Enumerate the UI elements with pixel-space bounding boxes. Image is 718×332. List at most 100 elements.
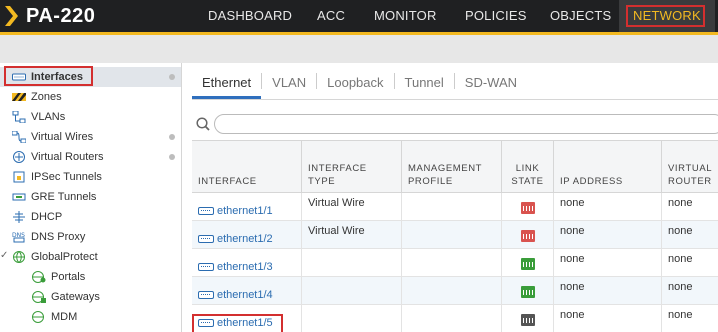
sidebar-item-virtual-wires[interactable]: Virtual Wires <box>0 127 181 147</box>
interface-cell[interactable]: ethernet1/1 <box>192 193 302 221</box>
sidebar-item-dhcp[interactable]: DHCP <box>0 207 181 227</box>
sidebar-item-label: GRE Tunnels <box>31 191 97 203</box>
sidebar-item-label: VLANs <box>31 111 66 123</box>
interface-link[interactable]: ethernet1/3 <box>217 261 273 273</box>
sidebar-item-globalprotect[interactable]: ✓ GlobalProtect <box>0 247 181 267</box>
ip-address-cell: none <box>554 277 662 305</box>
nav-monitor[interactable]: MONITOR <box>374 0 437 32</box>
management-profile-cell <box>402 305 502 332</box>
table-row[interactable]: ethernet1/4 none none <box>192 277 718 305</box>
nav-policies[interactable]: POLICIES <box>465 0 527 32</box>
interface-cell[interactable]: ethernet1/2 <box>192 221 302 249</box>
management-profile-cell <box>402 277 502 305</box>
sidebar-item-label: Gateways <box>51 291 100 303</box>
sidebar-item-portals[interactable]: Portals <box>0 267 181 287</box>
sidebar-item-label: MDM <box>51 311 78 323</box>
sidebar-item-mdm[interactable]: MDM <box>0 307 181 327</box>
sidebar-item-label: GlobalProtect <box>31 251 98 263</box>
column-header-management-profile[interactable]: MANAGEMENT PROFILE <box>402 141 502 193</box>
management-profile-cell <box>402 221 502 249</box>
interface-type-cell: Virtual Wire <box>302 193 402 221</box>
column-header-interface-type[interactable]: INTERFACE TYPE <box>302 141 402 193</box>
table-row[interactable]: ethernet1/1 Virtual Wire none none <box>192 193 718 221</box>
ip-address-cell: none <box>554 193 662 221</box>
link-state-unknown-icon[interactable] <box>521 314 535 326</box>
nav-objects[interactable]: OBJECTS <box>550 0 611 32</box>
link-state-cell <box>502 305 554 332</box>
interface-link[interactable]: ethernet1/1 <box>217 205 273 217</box>
link-state-cell <box>502 221 554 249</box>
search-bar <box>192 111 718 139</box>
link-state-down-icon[interactable] <box>521 202 535 214</box>
ethernet-port-icon <box>198 290 214 299</box>
sidebar-item-label: Zones <box>31 91 62 103</box>
gre-tunnels-icon <box>12 191 26 203</box>
globalprotect-gateways-icon <box>32 291 46 303</box>
column-header-interface[interactable]: INTERFACE <box>192 141 302 193</box>
table-row[interactable]: ethernet1/2 Virtual Wire none none <box>192 221 718 249</box>
globalprotect-portals-icon <box>32 271 46 283</box>
interface-cell[interactable]: ethernet1/4 <box>192 277 302 305</box>
interface-link[interactable]: ethernet1/2 <box>217 233 273 245</box>
sidebar-item-dns-proxy[interactable]: DNS DNS Proxy <box>0 227 181 247</box>
virtual-wires-icon <box>11 130 27 144</box>
link-state-cell <box>502 277 554 305</box>
sidebar-item-label: Virtual Routers <box>31 151 104 163</box>
sidebar-item-label: Portals <box>51 271 86 283</box>
expand-caret-icon[interactable]: ✓ <box>0 250 8 261</box>
network-highlight-box <box>626 5 705 27</box>
app-title: PA-220 <box>26 4 96 27</box>
column-header-link-state[interactable]: LINK STATE <box>502 141 554 193</box>
interface-type-cell <box>302 305 402 332</box>
virtual-router-cell: none <box>668 309 693 321</box>
ethernet-port-icon <box>198 262 214 271</box>
sidebar-status-dot <box>169 154 175 160</box>
ethernet-port-icon <box>198 234 214 243</box>
link-state-up-icon[interactable] <box>521 258 535 270</box>
tab-sd-wan[interactable]: SD-WAN <box>455 63 527 99</box>
tab-loopback[interactable]: Loopback <box>317 63 393 99</box>
interface-tabs: Ethernet VLAN Loopback Tunnel SD-WAN <box>192 63 527 99</box>
mdm-icon <box>32 311 46 323</box>
sidebar-item-ipsec-tunnels[interactable]: IPSec Tunnels <box>0 167 181 187</box>
link-state-up-icon[interactable] <box>521 286 535 298</box>
tabs-divider <box>192 99 718 100</box>
sidebar-status-dot <box>169 134 175 140</box>
interface-link[interactable]: ethernet1/4 <box>217 289 273 301</box>
sidebar-item-vlans[interactable]: VLANs <box>0 107 181 127</box>
ip-address-cell: none <box>554 305 662 332</box>
link-state-down-icon[interactable] <box>521 230 535 242</box>
sidebar-item-zones[interactable]: Zones <box>0 87 181 107</box>
interface-cell[interactable]: ethernet1/3 <box>192 249 302 277</box>
interfaces-table: INTERFACE INTERFACE TYPE MANAGEMENT PROF… <box>192 140 718 332</box>
tab-vlan[interactable]: VLAN <box>262 63 316 99</box>
column-header-ip-address[interactable]: IP ADDRESS <box>554 141 662 193</box>
sidebar-item-gre-tunnels[interactable]: GRE Tunnels <box>0 187 181 207</box>
column-header-virtual-router[interactable]: VIRTUAL ROUTER <box>662 141 718 193</box>
toolbar-band <box>0 35 718 63</box>
sidebar-item-label: DHCP <box>31 211 63 223</box>
sidebar-item-gateways[interactable]: Gateways <box>0 287 181 307</box>
dhcp-icon <box>12 211 26 223</box>
virtual-router-cell: none <box>668 197 693 209</box>
link-state-cell <box>502 193 554 221</box>
nav-acc[interactable]: ACC <box>317 0 345 32</box>
network-sidebar: Interfaces Zones VLANs Virtual Wires Vir… <box>0 63 182 332</box>
virtual-routers-icon <box>12 151 26 163</box>
ipsec-tunnels-icon <box>12 171 26 183</box>
tab-tunnel[interactable]: Tunnel <box>395 63 454 99</box>
search-input[interactable] <box>214 114 718 134</box>
sidebar-item-label: DNS Proxy <box>31 231 86 243</box>
ip-address-cell: none <box>554 249 662 277</box>
table-header: INTERFACE INTERFACE TYPE MANAGEMENT PROF… <box>192 141 718 193</box>
nav-dashboard[interactable]: DASHBOARD <box>208 0 292 32</box>
top-navigation-bar: PA-220 DASHBOARD ACC MONITOR POLICIES OB… <box>0 0 718 34</box>
tab-ethernet[interactable]: Ethernet <box>192 63 262 99</box>
table-row[interactable]: ethernet1/3 none none <box>192 249 718 277</box>
sidebar-item-virtual-routers[interactable]: Virtual Routers <box>0 147 181 167</box>
interfaces-highlight-box <box>4 66 93 86</box>
app-logo[interactable]: PA-220 <box>0 3 95 29</box>
vlans-icon <box>12 110 26 124</box>
search-icon[interactable] <box>196 117 210 131</box>
main-content: Ethernet VLAN Loopback Tunnel SD-WAN INT… <box>182 63 718 332</box>
